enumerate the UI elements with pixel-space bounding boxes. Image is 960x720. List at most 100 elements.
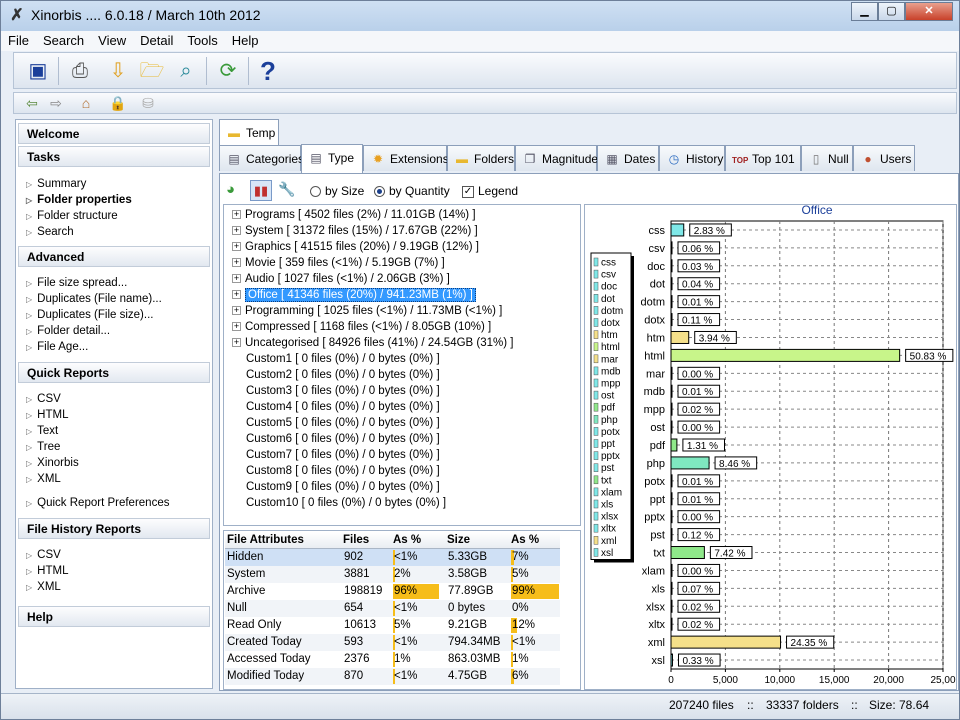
menu-detail[interactable]: Detail — [133, 31, 180, 48]
tree-node[interactable]: Custom10 [ 0 files (0%) / 0 bytes (0%) ] — [246, 497, 446, 512]
table-row[interactable]: Hidden 902 <1% 5.33GB 7% — [225, 549, 560, 566]
tree-node[interactable]: + System [ 31372 files (15%) / 17.67GB (2… — [232, 225, 478, 240]
expand-icon[interactable]: + — [232, 338, 241, 348]
column-header[interactable]: As % — [511, 534, 539, 546]
sidebar-item-file-age[interactable]: ▷ File Age... — [26, 341, 88, 353]
pie-chart-icon[interactable]: ◕ — [226, 181, 246, 201]
tab-dates[interactable]: ▦ Dates — [597, 145, 659, 171]
tree-node[interactable]: Custom2 [ 0 files (0%) / 0 bytes (0%) ] — [246, 369, 440, 384]
sidebar-item-quick-tree[interactable]: ▷ Tree — [26, 441, 60, 453]
table-row[interactable]: System 3881 2% 3.58GB 5% — [225, 566, 560, 583]
tab-folders[interactable]: ▬ Folders — [447, 145, 515, 171]
sidebar-item-history-html[interactable]: ▷ HTML — [26, 565, 68, 577]
tree-node[interactable]: Custom6 [ 0 files (0%) / 0 bytes (0%) ] — [246, 433, 440, 448]
settings-wrench-icon[interactable]: 🔧 — [278, 181, 298, 201]
by-quantity-radio[interactable]: by Quantity — [374, 184, 450, 198]
tab-type[interactable]: ▤ Type — [301, 144, 363, 173]
table-row[interactable]: Created Today 593 <1% 794.34MB <1% — [225, 634, 560, 651]
open-folder-icon[interactable]: 🗁 — [138, 57, 166, 85]
column-header[interactable]: File Attributes — [227, 534, 304, 546]
sidebar-item-history-csv[interactable]: ▷ CSV — [26, 549, 61, 561]
tree-node[interactable]: + Programming [ 1025 files (<1%) / 11.73M… — [232, 305, 502, 320]
tab-extensions[interactable]: ✹ Extensions — [363, 145, 449, 171]
sidebar-item-file-size-spread[interactable]: ▷ File size spread... — [26, 277, 127, 289]
legend-checkbox[interactable]: ✓ Legend — [462, 184, 518, 198]
tree-node[interactable]: + Graphics [ 41515 files (20%) / 9.19GB (… — [232, 241, 479, 256]
tab-categories[interactable]: ▤ Categories — [219, 145, 304, 171]
tab-magnitude[interactable]: ❐ Magnitude — [515, 145, 598, 171]
tree-node[interactable]: Custom5 [ 0 files (0%) / 0 bytes (0%) ] — [246, 417, 440, 432]
close-button[interactable]: ✕ — [905, 2, 953, 21]
sidebar-item-folder-detail[interactable]: ▷ Folder detail... — [26, 325, 110, 337]
tab-null[interactable]: ▯ Null — [801, 145, 853, 171]
expand-icon[interactable]: + — [232, 210, 241, 220]
expand-icon[interactable]: + — [232, 226, 241, 236]
sidebar-item-folder-structure[interactable]: ▷ Folder structure — [26, 210, 118, 222]
expand-icon[interactable]: + — [232, 242, 241, 252]
tree-node[interactable]: + Uncategorised [ 84926 files (41%) / 24.… — [232, 337, 513, 352]
sidebar-item-search[interactable]: ▷ Search — [26, 226, 74, 238]
column-header[interactable]: Files — [343, 534, 369, 546]
save-icon[interactable]: ▣ — [24, 57, 52, 85]
expand-icon[interactable]: + — [232, 322, 241, 332]
table-row[interactable]: Accessed Today 2376 1% 863.03MB 1% — [225, 651, 560, 668]
forward-arrow-icon[interactable]: ⇨ — [46, 94, 66, 112]
tab-users[interactable]: ● Users — [853, 145, 915, 171]
minimize-button[interactable]: ▁ — [851, 2, 878, 21]
table-row[interactable]: Archive 198819 96% 77.89GB 99% — [225, 583, 560, 600]
tree-node[interactable]: Custom4 [ 0 files (0%) / 0 bytes (0%) ] — [246, 401, 440, 416]
expand-icon[interactable]: + — [232, 306, 241, 316]
sidebar-item-quick-xml[interactable]: ▷ XML — [26, 473, 61, 485]
sidebar-header-quick-reports[interactable]: Quick Reports — [18, 362, 210, 383]
sidebar-header-help[interactable]: Help — [18, 606, 210, 627]
table-row[interactable]: Modified Today 870 <1% 4.75GB 6% — [225, 668, 560, 685]
expand-icon[interactable]: + — [232, 290, 241, 300]
expand-icon[interactable]: + — [232, 274, 241, 284]
sidebar-item-history-xml[interactable]: ▷ XML — [26, 581, 61, 593]
maximize-button[interactable]: ▢ — [878, 2, 905, 21]
tree-node[interactable]: Custom8 [ 0 files (0%) / 0 bytes (0%) ] — [246, 465, 440, 480]
tree-node[interactable]: + Office [ 41346 files (20%) / 941.23MB (… — [232, 288, 476, 304]
tree-node[interactable]: Custom1 [ 0 files (0%) / 0 bytes (0%) ] — [246, 353, 440, 368]
sidebar-item-duplicates-name[interactable]: ▷ Duplicates (File name)... — [26, 293, 162, 305]
sidebar-item-quick-preferences[interactable]: ▷ Quick Report Preferences — [26, 497, 169, 509]
tree-node[interactable]: + Compressed [ 1168 files (<1%) / 8.05GB … — [232, 321, 491, 336]
database-icon[interactable]: ⛁ — [138, 94, 158, 112]
tree-node[interactable]: + Programs [ 4502 files (2%) / 11.01GB (1… — [232, 209, 476, 224]
sidebar-item-summary[interactable]: ▷ Summary — [26, 178, 86, 190]
tree-node[interactable]: Custom7 [ 0 files (0%) / 0 bytes (0%) ] — [246, 449, 440, 464]
menu-view[interactable]: View — [91, 31, 133, 48]
tree-node[interactable]: + Movie [ 359 files (<1%) / 5.19GB (7%) ] — [232, 257, 445, 272]
sidebar-item-folder-properties[interactable]: ▷ Folder properties — [26, 194, 132, 206]
tab-history[interactable]: ◷ History — [659, 145, 725, 171]
tree-node[interactable]: Custom9 [ 0 files (0%) / 0 bytes (0%) ] — [246, 481, 440, 496]
bar-chart-icon[interactable]: ▮▮ — [250, 180, 272, 201]
lock-icon[interactable]: 🔒 — [108, 94, 128, 112]
expand-icon[interactable]: + — [232, 258, 241, 268]
menu-tools[interactable]: Tools — [180, 31, 224, 48]
sidebar-item-duplicates-size[interactable]: ▷ Duplicates (File size)... — [26, 309, 153, 321]
tab-top101[interactable]: TOP Top 101 — [725, 145, 801, 171]
by-size-radio[interactable]: by Size — [310, 184, 364, 198]
menu-file[interactable]: File — [1, 31, 36, 48]
column-header[interactable]: As % — [393, 534, 421, 546]
sidebar-header-tasks[interactable]: Tasks — [18, 146, 210, 167]
search-icon[interactable]: ⌕ — [172, 57, 200, 85]
tree-node[interactable]: Custom3 [ 0 files (0%) / 0 bytes (0%) ] — [246, 385, 440, 400]
column-header[interactable]: Size — [447, 534, 470, 546]
sidebar-item-quick-html[interactable]: ▷ HTML — [26, 409, 68, 421]
sidebar-item-quick-xinorbis[interactable]: ▷ Xinorbis — [26, 457, 79, 469]
scan-icon[interactable]: ⇩ — [104, 57, 132, 85]
menu-search[interactable]: Search — [36, 31, 91, 48]
menu-help[interactable]: Help — [225, 31, 266, 48]
table-row[interactable]: Null 654 <1% 0 bytes 0% — [225, 600, 560, 617]
help-icon[interactable]: ? — [254, 57, 282, 85]
tree-node[interactable]: + Audio [ 1027 files (<1%) / 2.06GB (3%) … — [232, 273, 450, 288]
print-icon[interactable]: ⎙ — [66, 57, 94, 85]
home-icon[interactable]: ⌂ — [76, 94, 96, 112]
table-row[interactable]: Read Only 10613 5% 9.21GB 12% — [225, 617, 560, 634]
refresh-icon[interactable]: ⟳ — [214, 57, 242, 85]
sidebar-header-welcome[interactable]: Welcome — [18, 123, 210, 144]
sidebar-item-quick-csv[interactable]: ▷ CSV — [26, 393, 61, 405]
tab-temp[interactable]: ▬ Temp — [219, 119, 279, 146]
